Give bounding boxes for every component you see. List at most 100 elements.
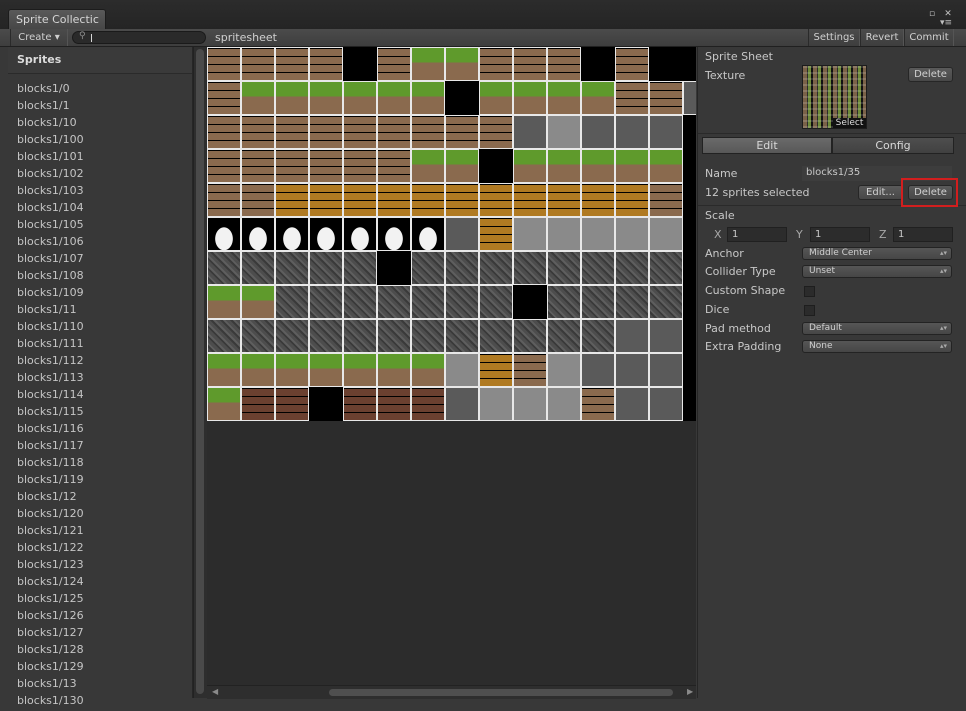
sprite-list-item[interactable]: blocks1/111	[8, 335, 192, 352]
sprite-cell-black[interactable]	[683, 251, 696, 285]
sprite-list-item[interactable]: blocks1/114	[8, 386, 192, 403]
sprite-cell-stone[interactable]	[445, 285, 479, 319]
edit-sprites-button[interactable]: Edit...	[858, 185, 903, 200]
sprite-cell-wood[interactable]	[513, 183, 547, 217]
sprite-cell-dirt[interactable]	[275, 387, 309, 421]
sprite-cell-wood[interactable]	[343, 183, 377, 217]
sprite-cell-brick[interactable]	[547, 47, 581, 81]
scroll-left-icon[interactable]: ◀	[212, 687, 218, 696]
search-input[interactable]: ⚲	[72, 31, 206, 44]
sprite-cell-wood[interactable]	[581, 183, 615, 217]
sprite-cell-stone[interactable]	[275, 251, 309, 285]
sprite-cell-metal[interactable]	[615, 217, 649, 251]
sprite-cell-grass[interactable]	[411, 149, 445, 183]
sprite-cell-stone[interactable]	[309, 251, 343, 285]
sprite-cell-wood[interactable]	[615, 183, 649, 217]
sprite-list-scrollbar[interactable]	[193, 47, 207, 698]
sprite-cell-black[interactable]	[479, 149, 513, 183]
sprite-list-item[interactable]: blocks1/12	[8, 488, 192, 505]
sprite-cell-stone[interactable]	[411, 251, 445, 285]
sprite-cell-grass[interactable]	[241, 353, 275, 387]
maximize-icon[interactable]: ▫	[926, 8, 938, 20]
sprite-cell-brick[interactable]	[479, 115, 513, 149]
sprite-cell-metal[interactable]	[649, 217, 683, 251]
sprite-cell-metal[interactable]	[479, 387, 513, 421]
sprite-cell-metal[interactable]	[547, 387, 581, 421]
sprite-cell-metal[interactable]	[445, 353, 479, 387]
sprite-cell-brick[interactable]	[343, 149, 377, 183]
sprite-list-item[interactable]: blocks1/129	[8, 658, 192, 675]
sprite-cell-brick[interactable]	[445, 115, 479, 149]
sprite-list-item[interactable]: blocks1/101	[8, 148, 192, 165]
sprite-cell-brick[interactable]	[275, 149, 309, 183]
sprite-list-item[interactable]: blocks1/119	[8, 471, 192, 488]
sprite-cell-black[interactable]	[683, 183, 696, 217]
texture-thumbnail[interactable]: Select	[802, 65, 867, 129]
sprite-cell-black[interactable]	[581, 47, 615, 81]
sprite-cell-black[interactable]	[683, 217, 696, 251]
sprite-cell-cloud[interactable]	[207, 217, 241, 251]
sprite-cell-grass[interactable]	[207, 353, 241, 387]
sprite-cell-stone[interactable]	[479, 251, 513, 285]
sprite-cell-grass[interactable]	[275, 353, 309, 387]
sprite-cell-black[interactable]	[445, 81, 479, 115]
sprite-list-item[interactable]: blocks1/117	[8, 437, 192, 454]
sprite-cell-brick[interactable]	[615, 81, 649, 115]
sprite-list-item[interactable]: blocks1/102	[8, 165, 192, 182]
sprite-cell-grass[interactable]	[649, 149, 683, 183]
sprite-cell-dirt[interactable]	[241, 387, 275, 421]
sprite-cell-black[interactable]	[309, 387, 343, 421]
scale-y-field[interactable]: 1	[810, 227, 870, 242]
sprite-cell-stone[interactable]	[649, 251, 683, 285]
sprite-cell-brick[interactable]	[207, 115, 241, 149]
sprite-cell-dirt[interactable]	[411, 387, 445, 421]
sprite-cell-grass[interactable]	[241, 285, 275, 319]
sprite-cell-stone[interactable]	[615, 251, 649, 285]
sprite-cell-cloud[interactable]	[309, 217, 343, 251]
sprite-cell-wood[interactable]	[479, 217, 513, 251]
sprite-cell-grass[interactable]	[411, 353, 445, 387]
sprite-cell-stone[interactable]	[581, 285, 615, 319]
sprite-list-item[interactable]: blocks1/110	[8, 318, 192, 335]
sprite-list-item[interactable]: blocks1/128	[8, 641, 192, 658]
spritesheet-image[interactable]	[207, 47, 696, 421]
sprite-list-item[interactable]: blocks1/13	[8, 675, 192, 692]
sprite-cell-cloud[interactable]	[377, 217, 411, 251]
sprite-list-item[interactable]: blocks1/127	[8, 624, 192, 641]
sprite-cell-stone[interactable]	[479, 285, 513, 319]
sprite-cell-stone[interactable]	[547, 285, 581, 319]
sprite-cell-grass[interactable]	[445, 47, 479, 81]
sprite-cell-brick[interactable]	[377, 115, 411, 149]
sprite-cell-cloud[interactable]	[275, 217, 309, 251]
sprite-cell-stone[interactable]	[445, 319, 479, 353]
sprite-cell-black[interactable]	[649, 47, 683, 81]
sprite-cell-stone[interactable]	[241, 251, 275, 285]
sprite-cell-stone[interactable]	[343, 285, 377, 319]
sprite-cell-empty[interactable]	[615, 319, 649, 353]
collider-type-dropdown[interactable]: Unset ▴▾	[802, 265, 952, 278]
sprite-cell-brick[interactable]	[241, 149, 275, 183]
sprite-cell-black[interactable]	[683, 115, 696, 149]
sprite-cell-brick[interactable]	[581, 387, 615, 421]
sprite-cell-grass[interactable]	[343, 81, 377, 115]
sprite-cell-brick[interactable]	[275, 115, 309, 149]
sprite-list-item[interactable]: blocks1/122	[8, 539, 192, 556]
sprite-cell-empty[interactable]	[615, 387, 649, 421]
sprite-cell-empty[interactable]	[581, 353, 615, 387]
sprite-cell-brick[interactable]	[309, 149, 343, 183]
sprite-cell-brick[interactable]	[309, 47, 343, 81]
sprite-cell-brick[interactable]	[241, 183, 275, 217]
sprite-cell-stone[interactable]	[547, 319, 581, 353]
sprite-cell-empty[interactable]	[445, 387, 479, 421]
sprite-cell-black[interactable]	[343, 47, 377, 81]
sprite-cell-empty[interactable]	[649, 387, 683, 421]
scale-x-field[interactable]: 1	[727, 227, 787, 242]
extra-padding-dropdown[interactable]: None ▴▾	[802, 340, 952, 353]
sprite-cell-empty[interactable]	[581, 115, 615, 149]
sprite-cell-stone[interactable]	[275, 285, 309, 319]
sprite-cell-grass[interactable]	[377, 353, 411, 387]
sprite-cell-wood[interactable]	[547, 183, 581, 217]
sprite-cell-brick[interactable]	[241, 47, 275, 81]
sprite-cell-grass[interactable]	[309, 81, 343, 115]
sprite-cell-brick[interactable]	[411, 115, 445, 149]
